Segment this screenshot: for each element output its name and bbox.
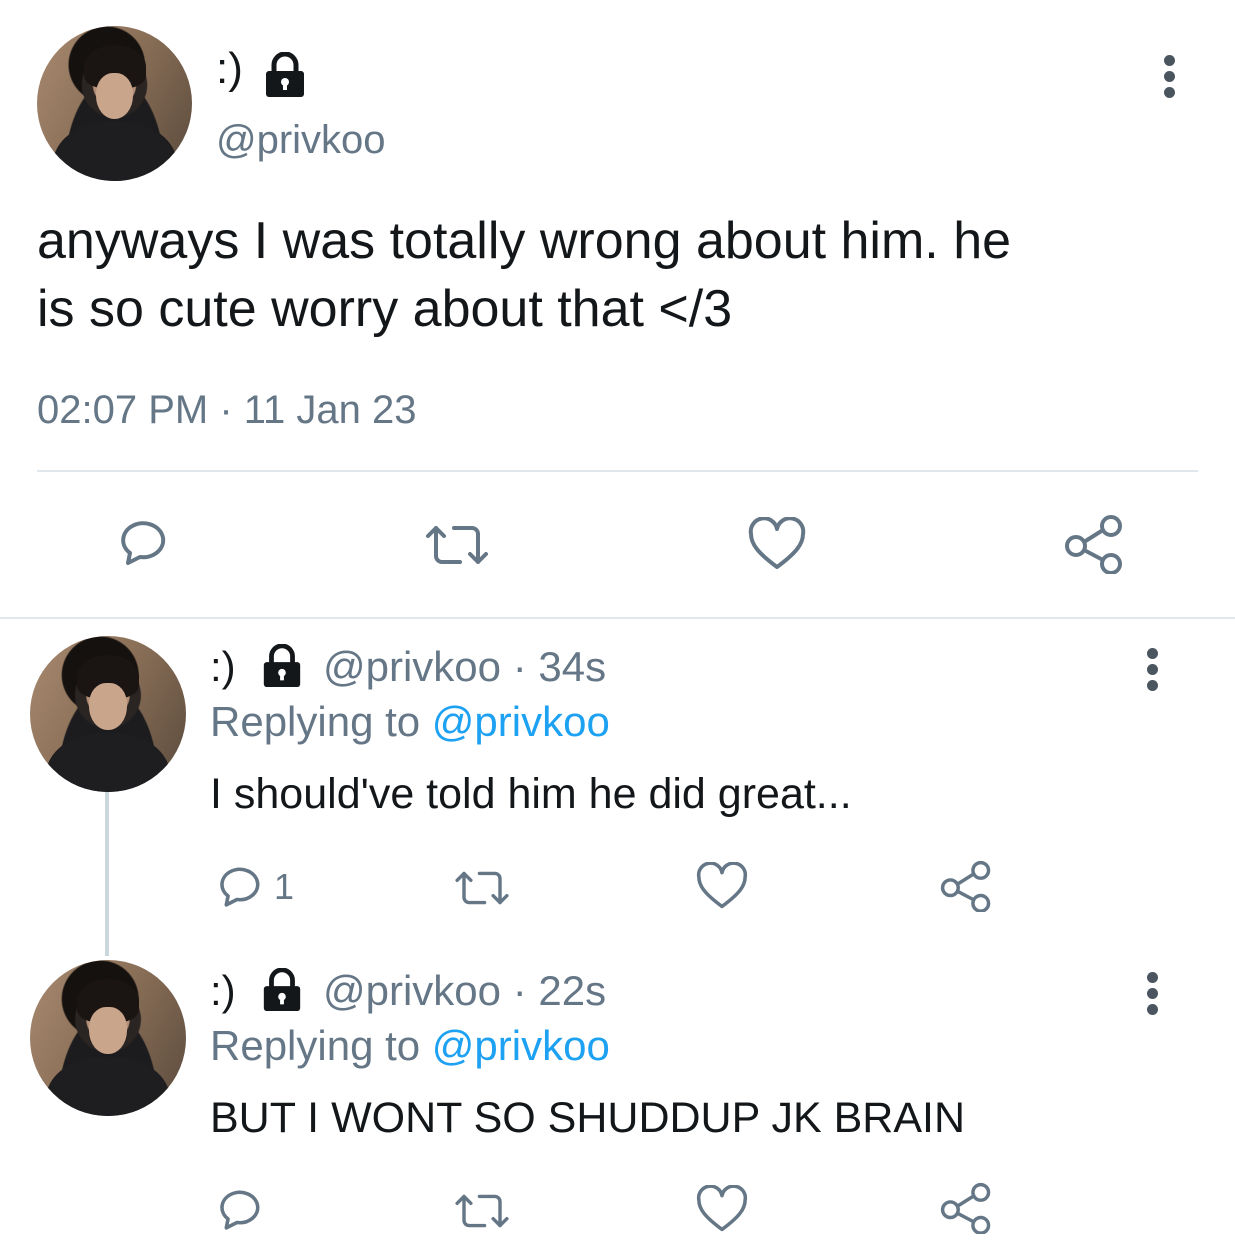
display-name[interactable]: :) (216, 44, 243, 93)
thread-line (105, 790, 109, 956)
share-icon[interactable] (940, 1182, 992, 1234)
display-name[interactable]: :) (210, 643, 236, 690)
avatar[interactable] (30, 960, 186, 1116)
section-divider (0, 617, 1235, 619)
retweet-icon[interactable] (452, 868, 512, 908)
tweet-age: · 34s (512, 643, 607, 690)
display-name[interactable]: :) (210, 967, 236, 1014)
reply-icon[interactable] (212, 1185, 262, 1235)
like-icon[interactable] (696, 862, 748, 910)
tweet-text: BUT I WONT SO SHUDDUP JK BRAIN (210, 1094, 965, 1142)
avatar[interactable] (37, 26, 192, 181)
share-icon[interactable] (1064, 514, 1124, 574)
reply-icon[interactable] (212, 862, 262, 912)
tweet-text: I should've told him he did great... (210, 770, 852, 818)
divider (37, 470, 1198, 472)
reply-header: :) @privkoo · 34s (210, 643, 606, 691)
author-handle[interactable]: @privkoo (216, 118, 386, 163)
replying-to-handle[interactable]: @privkoo (432, 698, 610, 745)
author-handle[interactable]: @privkoo (323, 643, 501, 690)
retweet-icon[interactable] (452, 1191, 512, 1231)
author-handle[interactable]: @privkoo (323, 967, 501, 1014)
lock-icon (264, 643, 301, 687)
reply-header: :) @privkoo · 22s (210, 967, 606, 1015)
reply-count: 1 (274, 866, 295, 907)
more-icon[interactable] (1147, 972, 1159, 1020)
share-icon[interactable] (940, 860, 992, 912)
more-icon[interactable] (1164, 55, 1176, 103)
replying-to: Replying to @privkoo (210, 1022, 610, 1069)
avatar[interactable] (30, 636, 186, 792)
tweet-age: · 22s (512, 967, 607, 1014)
reply-icon[interactable] (112, 515, 168, 571)
like-icon[interactable] (696, 1185, 748, 1233)
like-icon[interactable] (748, 517, 806, 571)
tweet-text: anyways I was totally wrong about him. h… (37, 212, 1012, 338)
replying-to: Replying to @privkoo (210, 698, 610, 745)
more-icon[interactable] (1147, 648, 1159, 696)
tweet-timestamp: 02:07 PM · 11 Jan 23 (37, 388, 417, 432)
retweet-icon[interactable] (422, 522, 492, 568)
replying-to-handle[interactable]: @privkoo (432, 1022, 610, 1069)
lock-icon (264, 967, 301, 1011)
author-name-row: :) (216, 44, 309, 100)
lock-icon (266, 51, 305, 97)
